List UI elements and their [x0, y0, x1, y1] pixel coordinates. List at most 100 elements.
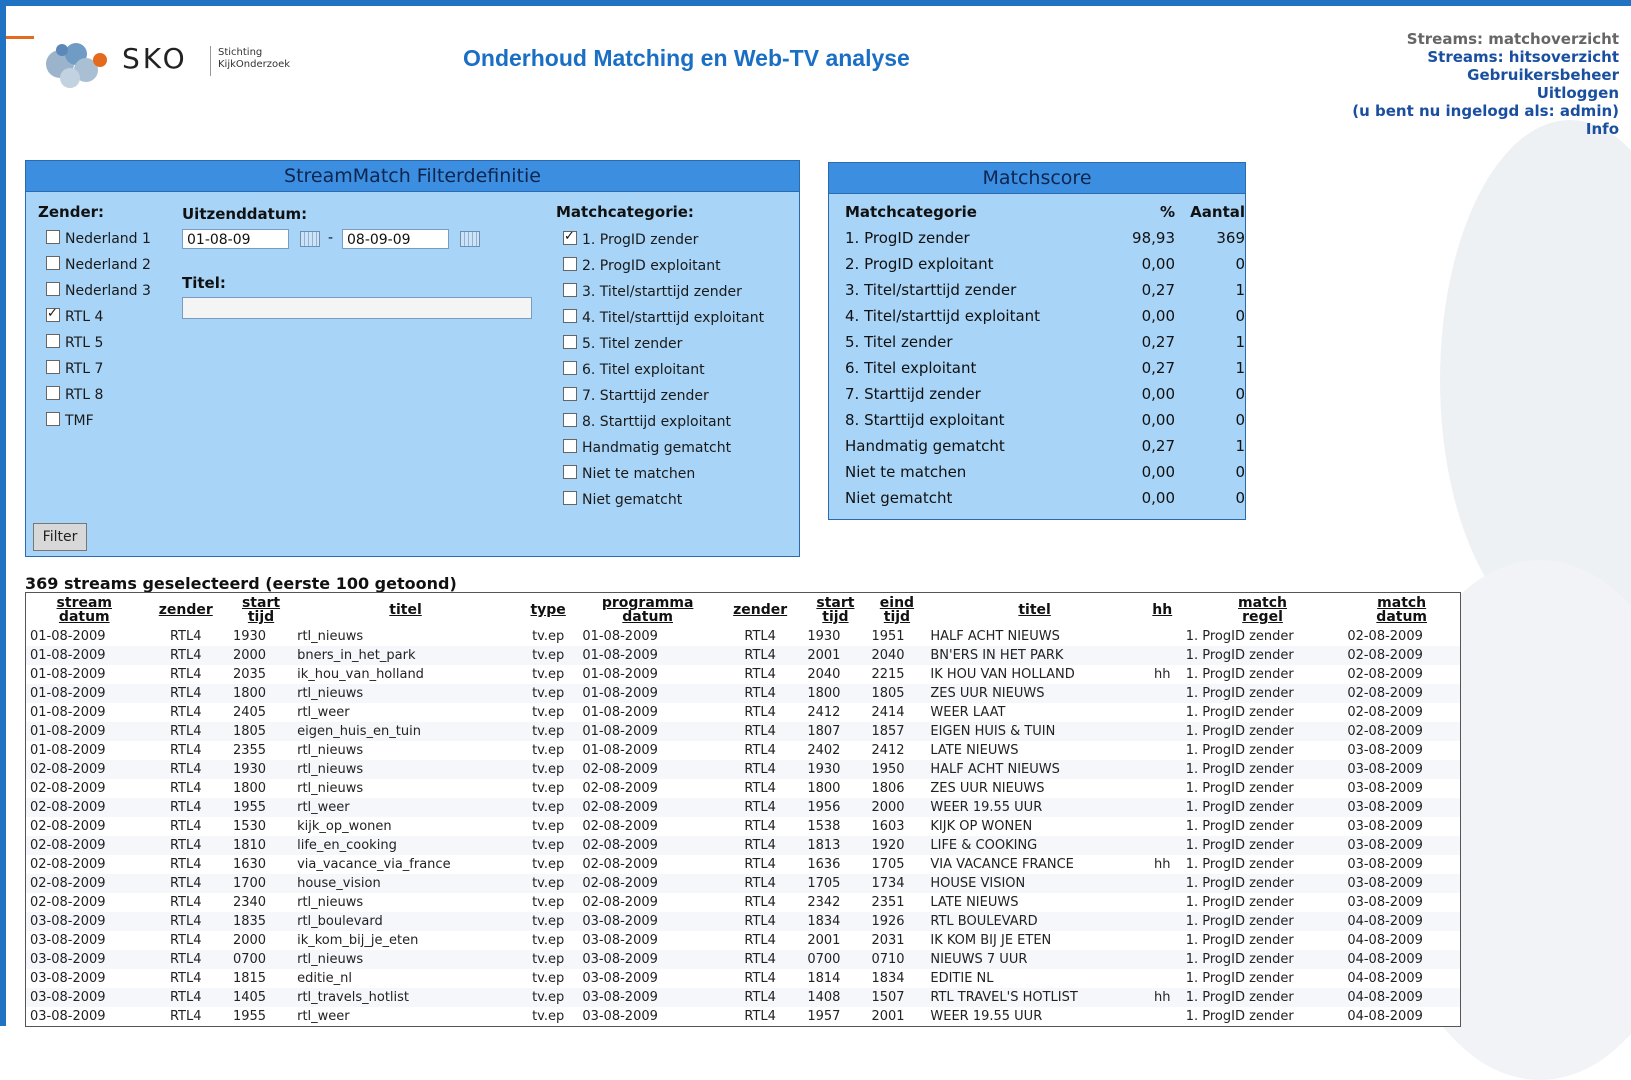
zender-option[interactable]: Nederland 3: [46, 282, 151, 300]
checkbox[interactable]: [563, 491, 577, 505]
table-row[interactable]: 02-08-2009 RTL4 1810 life_en_cooking tv.ep 02…: [25, 836, 1461, 855]
column-header[interactable]: type: [518, 593, 578, 628]
table-row[interactable]: 01-08-2009 RTL4 1800 rtl_nieuws tv.ep 01-08-2…: [25, 684, 1461, 703]
checkbox-checked[interactable]: [46, 305, 60, 323]
table-row[interactable]: 03-08-2009 RTL4 1835 rtl_boulevard tv.ep 03-0…: [25, 912, 1461, 931]
checkbox[interactable]: [563, 257, 577, 271]
category-option[interactable]: 5. Titel zender: [563, 335, 682, 353]
table-row[interactable]: 02-08-2009 RTL4 1800 rtl_nieuws tv.ep 02-08-2…: [25, 779, 1461, 798]
zender-option[interactable]: RTL 4: [46, 305, 103, 326]
table-row[interactable]: 03-08-2009 RTL4 2000 ik_kom_bij_je_eten tv.e…: [25, 931, 1461, 950]
checkbox[interactable]: [563, 283, 577, 297]
table-cell: 03-08-2009: [30, 990, 106, 1005]
table-row[interactable]: 02-08-2009 RTL4 2340 rtl_nieuws tv.ep 02-08-2…: [25, 893, 1461, 912]
category-option[interactable]: 6. Titel exploitant: [563, 361, 705, 379]
table-row[interactable]: 01-08-2009 RTL4 2405 rtl_weer tv.ep 01-08-200…: [25, 703, 1461, 722]
checkbox[interactable]: [46, 282, 60, 296]
column-header-line: zender: [158, 602, 213, 618]
column-header[interactable]: hh: [1143, 593, 1182, 628]
column-header[interactable]: eind tijd: [867, 593, 926, 628]
table-cell: RTL4: [169, 819, 202, 834]
category-option[interactable]: 3. Titel/starttijd zender: [563, 283, 742, 301]
table-cell: 02-08-2009: [1347, 724, 1423, 739]
category-option[interactable]: Niet gematcht: [563, 491, 682, 509]
column-header[interactable]: titel: [926, 593, 1142, 628]
column-header[interactable]: programma datum: [578, 593, 717, 628]
table-cell: tv.ep: [532, 686, 565, 701]
column-header[interactable]: zender: [717, 593, 803, 628]
category-option[interactable]: 7. Starttijd zender: [563, 387, 709, 405]
table-row[interactable]: 02-08-2009 RTL4 1630 via_vacance_via_france…: [25, 855, 1461, 874]
date-to-input[interactable]: 08-09-09: [342, 229, 449, 249]
table-row[interactable]: 03-08-2009 RTL4 0700 rtl_nieuws tv.ep 03-08-2…: [25, 950, 1461, 969]
nav-link-hitsoverzicht[interactable]: Streams: hitsoverzicht: [1352, 48, 1619, 66]
table-cell: 01-08-2009: [582, 686, 658, 701]
column-header[interactable]: titel: [293, 593, 518, 628]
matchscore-cell: 0: [1235, 463, 1245, 481]
checkbox[interactable]: [563, 387, 577, 401]
checkbox[interactable]: [563, 335, 577, 349]
nav-link-info[interactable]: Info: [1352, 120, 1619, 138]
checkbox[interactable]: [563, 413, 577, 427]
table-row[interactable]: 03-08-2009 RTL4 1955 rtl_weer tv.ep 03-08-200…: [25, 1007, 1461, 1027]
zender-option[interactable]: Nederland 2: [46, 256, 151, 274]
zender-option-label: Nederland 2: [65, 257, 151, 273]
table-row[interactable]: 02-08-2009 RTL4 1700 house_vision tv.ep 02-08…: [25, 874, 1461, 893]
category-option[interactable]: 1. ProgID zender: [563, 228, 698, 249]
calendar-icon[interactable]: [300, 231, 320, 247]
column-header[interactable]: start tijd: [229, 593, 293, 628]
zender-option[interactable]: TMF: [46, 412, 94, 430]
table-row[interactable]: 02-08-2009 RTL4 1530 kijk_op_wonen tv.ep 02-0…: [25, 817, 1461, 836]
nav-link-gebruikersbeheer[interactable]: Gebruikersbeheer: [1352, 66, 1619, 84]
table-cell: 2001: [807, 648, 841, 663]
table-row[interactable]: 01-08-2009 RTL4 2000 bners_in_het_park tv.ep…: [25, 646, 1461, 665]
nav-link-uitloggen[interactable]: Uitloggen: [1352, 84, 1619, 102]
checkbox[interactable]: [563, 439, 577, 453]
column-header[interactable]: stream datum: [26, 593, 143, 628]
checkbox[interactable]: [563, 361, 577, 375]
table-cell: rtl_nieuws: [297, 686, 364, 701]
checkbox[interactable]: [46, 256, 60, 270]
date-from-input[interactable]: 01-08-09: [182, 229, 289, 249]
table-cell: life_en_cooking: [297, 838, 397, 853]
table-cell: 2351: [871, 895, 905, 910]
titel-input[interactable]: [182, 297, 532, 319]
zender-option[interactable]: RTL 7: [46, 360, 103, 378]
filter-button[interactable]: Filter: [33, 523, 87, 551]
checkbox[interactable]: [46, 386, 60, 400]
table-cell: [1143, 703, 1182, 722]
category-option[interactable]: 2. ProgID exploitant: [563, 257, 721, 275]
table-row[interactable]: 03-08-2009 RTL4 1815 editie_nl tv.ep 03-08-20…: [25, 969, 1461, 988]
zender-option[interactable]: Nederland 1: [46, 230, 151, 248]
table-row[interactable]: 03-08-2009 RTL4 1405 rtl_travels_hotlist tv.…: [25, 988, 1461, 1007]
category-option[interactable]: 4. Titel/starttijd exploitant: [563, 309, 764, 327]
table-row[interactable]: 01-08-2009 RTL4 1930 rtl_nieuws tv.ep 01-08-2…: [25, 627, 1461, 646]
zender-option[interactable]: RTL 5: [46, 334, 103, 352]
checkbox[interactable]: [46, 360, 60, 374]
checkbox[interactable]: [46, 230, 60, 244]
checkbox[interactable]: [563, 465, 577, 479]
column-header-line: start: [241, 595, 281, 611]
zender-option[interactable]: RTL 8: [46, 386, 103, 404]
checkbox[interactable]: [46, 412, 60, 426]
checkbox[interactable]: [46, 334, 60, 348]
category-option[interactable]: Handmatig gematcht: [563, 439, 731, 457]
table-row[interactable]: 01-08-2009 RTL4 2035 ik_hou_van_holland tv.e…: [25, 665, 1461, 684]
table-row[interactable]: 01-08-2009 RTL4 1805 eigen_huis_en_tuin tv.e…: [25, 722, 1461, 741]
category-option[interactable]: 8. Starttijd exploitant: [563, 413, 731, 431]
category-option[interactable]: Niet te matchen: [563, 465, 695, 483]
table-cell: 2355: [232, 743, 267, 758]
calendar-icon[interactable]: [460, 231, 480, 247]
table-row[interactable]: 02-08-2009 RTL4 1955 rtl_weer tv.ep 02-08-200…: [25, 798, 1461, 817]
matchscore-header: Aantal: [1190, 203, 1245, 221]
column-header[interactable]: match datum: [1343, 593, 1460, 628]
table-row[interactable]: 01-08-2009 RTL4 2355 rtl_nieuws tv.ep 01-08-2…: [25, 741, 1461, 760]
column-header[interactable]: start tijd: [803, 593, 867, 628]
nav-link-matchoverzicht[interactable]: Streams: matchoverzicht: [1352, 30, 1619, 48]
checkbox-checked[interactable]: [563, 228, 577, 246]
table-row[interactable]: 02-08-2009 RTL4 1930 rtl_nieuws tv.ep 02-08-2…: [25, 760, 1461, 779]
column-header[interactable]: zender: [143, 593, 229, 628]
checkbox[interactable]: [563, 309, 577, 323]
table-cell: tv.ep: [532, 914, 565, 929]
column-header[interactable]: match regel: [1182, 593, 1344, 628]
